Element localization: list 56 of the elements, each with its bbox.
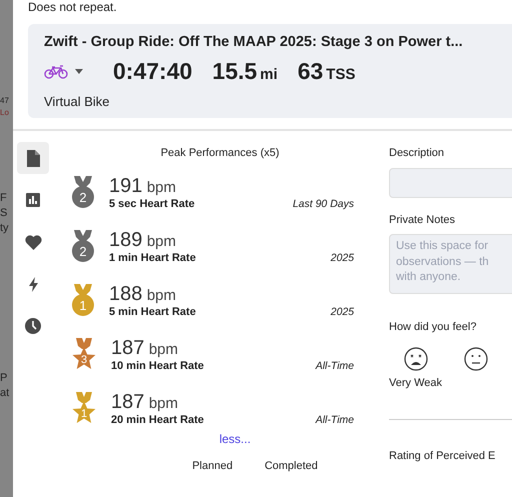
peak-label: 5 min Heart Rate bbox=[109, 306, 196, 318]
description-label: Description bbox=[389, 147, 446, 159]
background-text: F bbox=[0, 192, 7, 204]
column-header: Completed bbox=[264, 460, 318, 472]
peak-label: 1 min Heart Rate bbox=[109, 252, 196, 264]
heart-icon bbox=[24, 234, 42, 250]
notes-field[interactable]: Use this space for observations — th with anyone. bbox=[389, 234, 512, 294]
neutral-face-icon bbox=[464, 347, 488, 371]
background-text: Lo bbox=[0, 108, 9, 117]
background-text: ty bbox=[0, 222, 9, 234]
distance-value: 15.5 bbox=[212, 58, 258, 85]
background-text: 47 bbox=[0, 96, 9, 105]
section-title: Peak Performances (x5) bbox=[160, 147, 280, 159]
background-text: P bbox=[0, 372, 8, 384]
document-icon bbox=[26, 150, 40, 166]
document-tab[interactable] bbox=[17, 142, 49, 174]
tss-value: 63 bbox=[298, 58, 324, 85]
peak-value: 188 bbox=[109, 282, 142, 304]
peak-unit: bpm bbox=[148, 394, 178, 412]
repeat-text: Does not repeat. bbox=[28, 0, 118, 14]
peak-period: All-Time bbox=[316, 414, 354, 426]
sport-dropdown[interactable] bbox=[44, 64, 83, 78]
peak-unit: bpm bbox=[146, 232, 176, 250]
peak-period: Last 90 Days bbox=[292, 198, 354, 210]
feel-label: How did you feel? bbox=[389, 321, 478, 333]
notes-label: Private Notes bbox=[389, 214, 456, 226]
peak-value: 191 bbox=[109, 174, 142, 196]
peak-period: All-Time bbox=[316, 360, 354, 372]
bike-icon bbox=[44, 64, 68, 78]
workout-title: Zwift - Group Ride: Off The MAAP 2025: Stage 3 on Power t... bbox=[44, 34, 464, 50]
peak-period: 2025 bbox=[330, 252, 354, 264]
peak-label: 20 min Heart Rate bbox=[111, 414, 204, 426]
less-link[interactable]: less... bbox=[101, 432, 369, 446]
dizzy-face-icon bbox=[404, 347, 428, 371]
caret-icon bbox=[75, 69, 83, 74]
bar-chart-icon bbox=[26, 193, 40, 207]
peak-period: 2025 bbox=[330, 306, 354, 318]
peak-value: 187 bbox=[111, 336, 144, 358]
peak-label: 10 min Heart Rate bbox=[111, 360, 204, 372]
peak-unit: bpm bbox=[146, 178, 176, 196]
rpe-label: Rating of Perceived E bbox=[389, 450, 496, 462]
tss-unit: TSS bbox=[326, 66, 356, 83]
background-text: at bbox=[0, 387, 10, 399]
background-text: S bbox=[0, 207, 8, 219]
peak-unit: bpm bbox=[148, 340, 178, 358]
peak-unit: bpm bbox=[146, 286, 176, 304]
peak-label: 5 sec Heart Rate bbox=[109, 198, 195, 210]
distance-unit: mi bbox=[260, 66, 278, 83]
duration-value: 0:47:40 bbox=[113, 58, 192, 85]
sport-label: Virtual Bike bbox=[44, 94, 111, 109]
very-weak-option[interactable]: Very Weak bbox=[389, 347, 442, 389]
peak-value: 187 bbox=[111, 390, 144, 412]
clock-icon bbox=[25, 318, 41, 334]
peak-value: 189 bbox=[109, 228, 142, 250]
column-header: Planned bbox=[192, 460, 233, 472]
lightning-icon bbox=[28, 276, 38, 292]
